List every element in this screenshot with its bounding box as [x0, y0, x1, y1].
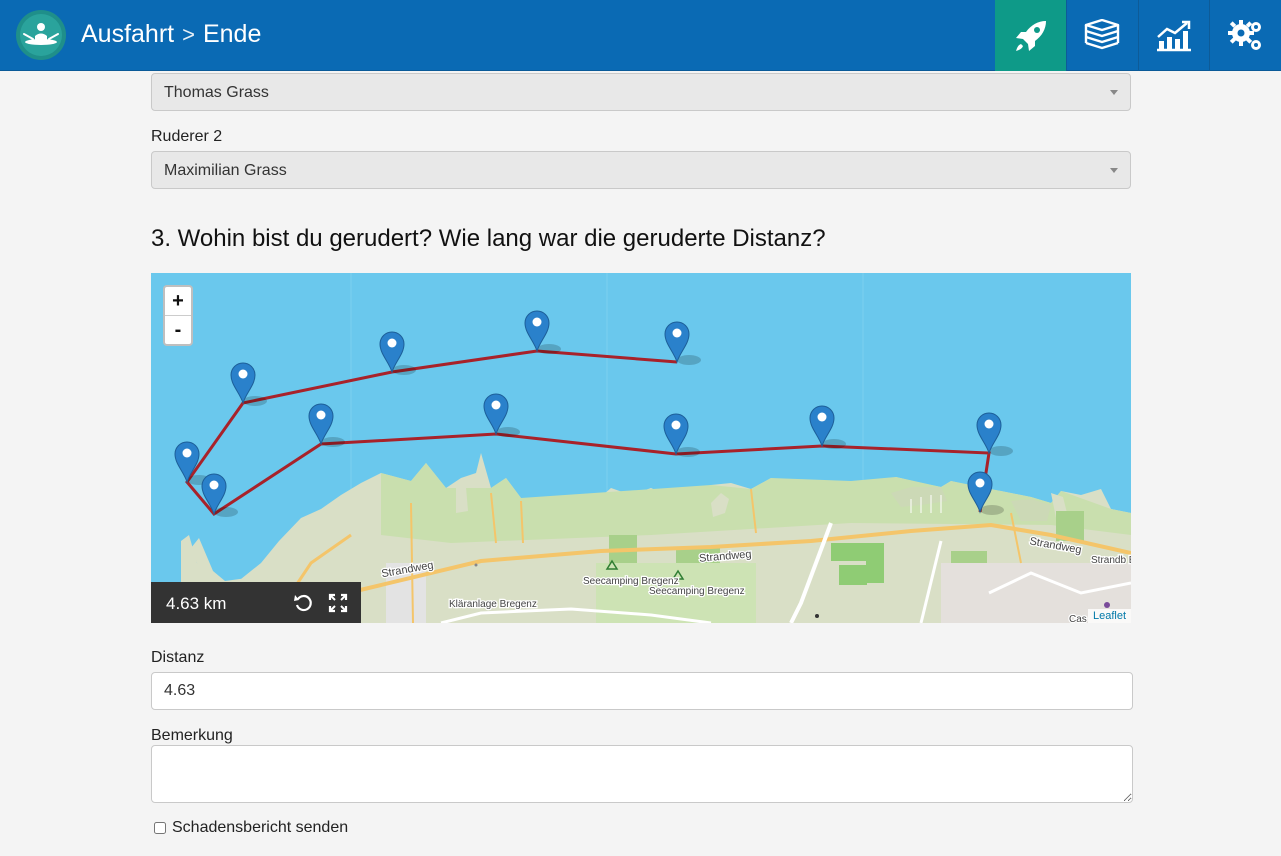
chevron-down-icon [1110, 90, 1118, 95]
route-marker-11[interactable] [976, 412, 1013, 456]
distance-label: Distanz [151, 649, 205, 666]
book-stack-icon [1084, 18, 1120, 49]
route-marker-10[interactable] [809, 405, 846, 449]
breadcrumb-separator: > [182, 21, 195, 47]
route-marker-9[interactable] [663, 413, 700, 457]
undo-icon [294, 594, 312, 612]
fullscreen-icon [328, 593, 348, 613]
top-bar: Ausfahrt > Ende [0, 0, 1281, 71]
distance-panel: 4.63 km [151, 582, 361, 623]
rocket-icon [1015, 20, 1046, 51]
nav-button-rocket[interactable] [995, 0, 1066, 71]
gears-icon [1227, 19, 1261, 50]
route-marker-4[interactable] [230, 362, 267, 406]
zoom-in-button[interactable]: + [165, 287, 191, 316]
leaflet-attribution-link[interactable]: Leaflet [1093, 610, 1126, 622]
route-marker-12[interactable] [967, 471, 1004, 515]
rower-icon [23, 23, 59, 45]
chevron-down-icon [1110, 168, 1118, 173]
route-layer [174, 310, 1013, 517]
chart-trend-icon [1157, 20, 1191, 51]
zoom-out-button[interactable]: - [165, 316, 191, 345]
section-heading: 3. Wohin bist du gerudert? Wie lang war … [151, 225, 826, 252]
distance-input[interactable] [151, 672, 1133, 710]
remark-textarea[interactable] [151, 745, 1133, 803]
damage-report-label: Schadensbericht senden [172, 819, 349, 836]
breadcrumb-item-ausfahrt[interactable]: Ausfahrt [81, 20, 174, 49]
nav-button-settings[interactable] [1209, 0, 1281, 71]
reset-route-button[interactable] [293, 593, 313, 618]
zoom-control: + - [163, 285, 193, 346]
map-attribution[interactable]: Leaflet [1087, 609, 1131, 623]
damage-report-checkbox[interactable] [154, 822, 166, 834]
route-map[interactable]: Strandweg Strandweg Strandweg Seecamping… [151, 273, 1131, 623]
breadcrumb-item-ende: Ende [202, 20, 262, 48]
route-marker-6[interactable] [201, 473, 238, 517]
rower1-value: Thomas Grass [164, 84, 269, 101]
route-marker-2[interactable] [524, 310, 561, 354]
route-marker-1[interactable] [664, 321, 701, 365]
damage-report-row[interactable]: Schadensbericht senden [154, 819, 348, 837]
app-logo[interactable] [16, 10, 66, 60]
rower2-label: Ruderer 2 [151, 128, 223, 145]
distance-display: 4.63 km [166, 594, 227, 613]
route-marker-7[interactable] [308, 403, 345, 447]
nav-button-statistics[interactable] [1138, 0, 1209, 71]
route-marker-8[interactable] [483, 393, 520, 437]
breadcrumb: Ausfahrt > Ende [81, 20, 261, 49]
remark-label: Bemerkung [151, 727, 233, 744]
rower1-select[interactable]: Thomas Grass [151, 73, 1131, 111]
nav-button-logbook[interactable] [1066, 0, 1137, 71]
rower2-value: Maximilian Grass [164, 162, 287, 179]
fullscreen-button[interactable] [328, 593, 348, 618]
route-line [185, 349, 991, 516]
rower2-select[interactable]: Maximilian Grass [151, 151, 1131, 189]
route-marker-3[interactable] [379, 331, 416, 375]
